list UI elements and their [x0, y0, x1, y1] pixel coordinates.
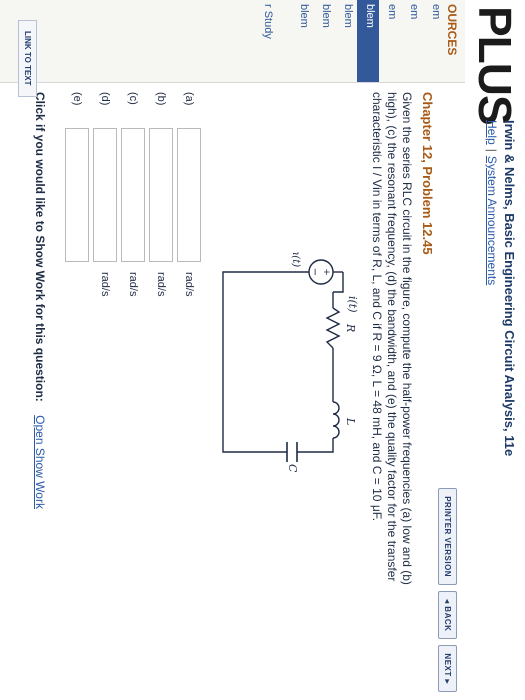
answer-row-c: (c) rad/s — [119, 92, 147, 296]
next-button[interactable]: NEXT ▸ — [438, 645, 457, 692]
answer-unit-a: rad/s — [183, 272, 195, 297]
book-title: Irwin & Nelms, Basic Engineering Circuit… — [502, 120, 517, 457]
answer-input-a[interactable] — [177, 128, 201, 262]
header-links: Help | System Announcements — [485, 120, 499, 456]
problem-text-line-3: characteristic I / Vin in terms of R, L,… — [370, 92, 384, 522]
link-separator: | — [485, 148, 499, 152]
answer-row-a: (a) rad/s — [175, 92, 203, 296]
current-label: i(t) — [346, 296, 359, 313]
problem-title: Chapter 12, Problem 12.45 — [420, 92, 435, 255]
source-plus: + — [321, 268, 331, 276]
link-to-text-button[interactable]: LINK TO TEXT — [18, 20, 37, 97]
wire-source-link — [333, 272, 344, 293]
sidebar-item-active[interactable]: blem — [357, 0, 379, 82]
problem-statement: Given the series RLC circuit in the figu… — [369, 92, 414, 692]
resistor-symbol — [325, 307, 341, 349]
answer-row-b: (b) rad/s — [147, 92, 175, 296]
wire-top-right — [297, 438, 334, 453]
answer-label-d: (d) — [99, 92, 111, 106]
sidebar-item-7[interactable]: blem — [291, 0, 313, 82]
answer-input-b[interactable] — [149, 128, 173, 262]
answer-input-d[interactable] — [93, 128, 117, 262]
open-show-work-link[interactable]: Open Show Work — [33, 415, 47, 509]
resistor-label: R — [344, 323, 357, 332]
sidebar-item-3[interactable]: em — [379, 0, 401, 82]
page-canvas: PLUS Irwin & Nelms, Basic Engineering Ci… — [0, 0, 525, 700]
problem-panel: Chapter 12, Problem 12.45 Given the seri… — [33, 92, 435, 692]
answer-label-b: (b) — [155, 92, 167, 106]
answer-unit-c: rad/s — [127, 272, 139, 297]
answer-unit-d: rad/s — [99, 272, 111, 297]
inductor-label: L — [344, 417, 357, 425]
printer-version-button[interactable]: PRINTER VERSION — [438, 488, 457, 586]
answer-unit-b: rad/s — [155, 272, 167, 297]
sidebar-item-5[interactable]: blem — [335, 0, 357, 82]
help-link[interactable]: Help — [485, 120, 499, 145]
rlc-circuit-diagram: + − i(t) R L C vin(t) — [222, 252, 359, 472]
sidebar-item-2[interactable]: em — [401, 0, 423, 82]
answer-input-c[interactable] — [121, 128, 145, 262]
capacitor-label: C — [286, 464, 299, 472]
problem-text-line-1: Given the series RLC circuit in the figu… — [400, 92, 414, 585]
sidebar-item-1[interactable]: em — [423, 0, 445, 82]
answer-label-e: (e) — [71, 92, 83, 106]
answer-list: (a) rad/s (b) rad/s (c) rad/s (d) rad/s … — [63, 92, 203, 296]
answer-label-c: (c) — [127, 92, 139, 105]
problem-text-line-2: high), (c) the resonant frequency, (d) t… — [385, 92, 399, 582]
show-work-prompt: Click if you would like to Show Work for… — [33, 92, 47, 402]
sidebar-item-study[interactable]: r Study — [255, 0, 277, 82]
show-work-row: Click if you would like to Show Work for… — [33, 92, 47, 509]
wire-bottom — [222, 271, 309, 453]
source-minus: − — [309, 268, 320, 276]
header-info: Irwin & Nelms, Basic Engineering Circuit… — [485, 120, 517, 456]
sidebar-item-6[interactable]: blem — [313, 0, 335, 82]
back-button[interactable]: ◂ BACK — [438, 591, 457, 640]
answer-input-e[interactable] — [65, 128, 89, 262]
brand-logo: PLUS — [469, 6, 521, 125]
toolbar: PRINTER VERSION ◂ BACK NEXT ▸ — [438, 488, 457, 692]
sidebar: OURCES em em em blem blem blem blem r St… — [0, 0, 465, 83]
answer-row-e: (e) — [63, 92, 91, 296]
answer-label-a: (a) — [183, 92, 195, 106]
source-label: vin(t) — [290, 252, 301, 267]
system-announcements-link[interactable]: System Announcements — [485, 156, 499, 285]
answer-row-d: (d) rad/s — [91, 92, 119, 296]
sidebar-heading: OURCES — [445, 4, 459, 56]
inductor-symbol — [332, 401, 340, 439]
